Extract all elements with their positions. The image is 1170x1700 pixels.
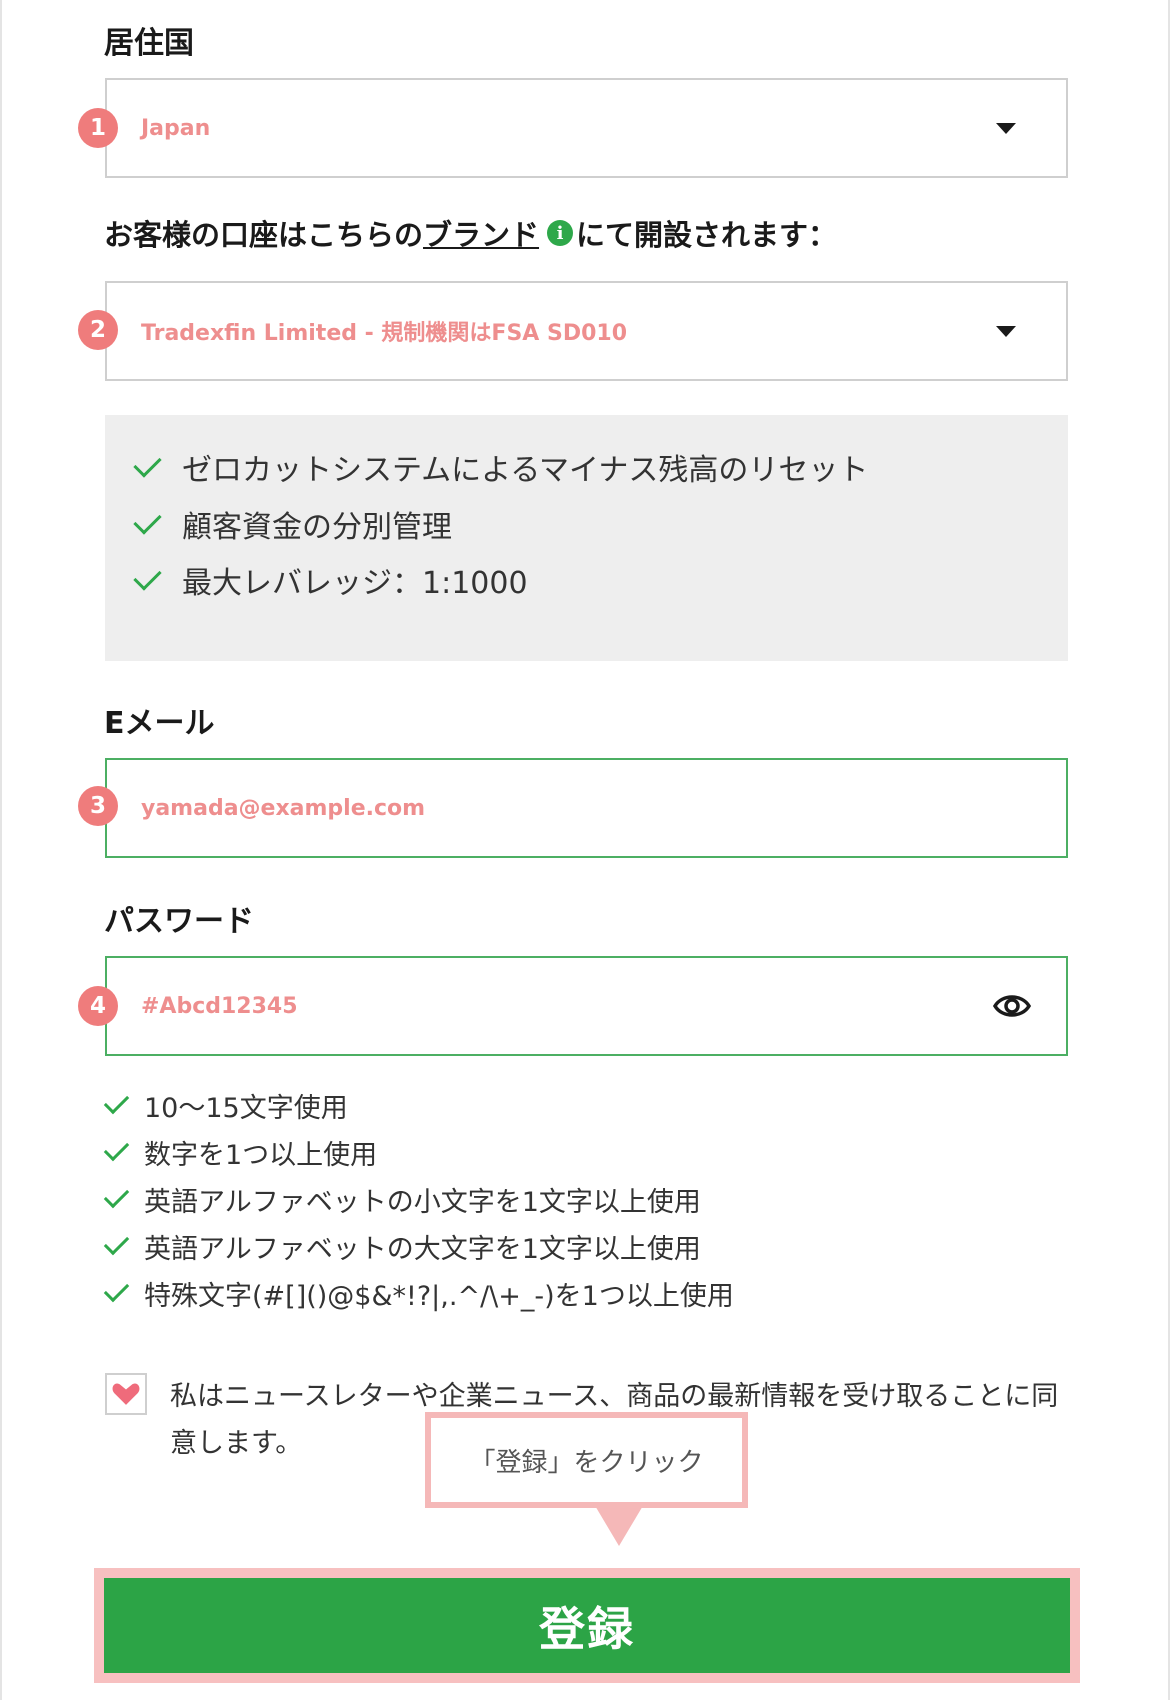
step-badge-2: 2: [78, 310, 118, 350]
check-icon: [103, 1276, 130, 1303]
register-highlight: 登録: [94, 1568, 1080, 1683]
step-badge-3: 3: [78, 786, 118, 826]
rule-item: 特殊文字(#[]()@$&*!?|,.^/\+_-)を1つ以上使用: [103, 1270, 734, 1317]
check-icon: [103, 1229, 130, 1256]
check-icon: [133, 561, 162, 591]
rule-text: 特殊文字(#[]()@$&*!?|,.^/\+_-)を1つ以上使用: [144, 1281, 734, 1312]
rule-item: 英語アルファベットの小文字を1文字以上使用: [103, 1176, 734, 1223]
check-icon: [133, 505, 162, 535]
feature-box: ゼロカットシステムによるマイナス残高のリセット 顧客資金の分別管理 最大レバレッ…: [105, 415, 1068, 661]
password-rules: 10～15文字使用 数字を1つ以上使用 英語アルファベットの小文字を1文字以上使…: [103, 1082, 734, 1317]
tooltip-tail: [594, 1504, 644, 1546]
check-icon: [103, 1135, 130, 1162]
check-icon: [103, 1088, 130, 1115]
brand-select-value: Tradexfin Limited - 規制機関はFSA SD010: [141, 321, 628, 346]
brand-select[interactable]: Tradexfin Limited - 規制機関はFSA SD010: [105, 281, 1068, 381]
rule-item: 英語アルファベットの大文字を1文字以上使用: [103, 1223, 734, 1270]
feature-text: 最大レバレッジ：1:1000: [182, 566, 528, 601]
rule-item: 10～15文字使用: [103, 1082, 734, 1129]
password-label: パスワード: [104, 904, 254, 939]
consent-checkbox[interactable]: [105, 1373, 147, 1415]
country-select-value: Japan: [141, 115, 211, 141]
chevron-down-icon: [996, 326, 1016, 337]
brand-label-suffix: にて開設されます：: [576, 218, 838, 252]
brand-link[interactable]: ブランド: [423, 212, 539, 254]
country-select[interactable]: Japan: [105, 78, 1068, 178]
feature-text: ゼロカットシステムによるマイナス残高のリセット: [182, 453, 869, 488]
email-field[interactable]: yamada@example.com: [105, 758, 1068, 858]
step-badge-1: 1: [78, 108, 118, 148]
eye-icon[interactable]: [992, 988, 1032, 1024]
password-field[interactable]: #Abcd12345: [105, 956, 1068, 1056]
step-badge-4: 4: [78, 986, 118, 1026]
feature-item: 顧客資金の分別管理: [133, 502, 452, 546]
feature-text: 顧客資金の分別管理: [182, 510, 452, 545]
feature-item: ゼロカットシステムによるマイナス残高のリセット: [133, 445, 869, 489]
rule-text: 数字を1つ以上使用: [144, 1140, 378, 1171]
chevron-down-icon: [996, 123, 1016, 134]
country-label: 居住国: [104, 26, 194, 61]
password-field-value: #Abcd12345: [141, 993, 298, 1019]
feature-item: 最大レバレッジ：1:1000: [133, 558, 528, 602]
rule-text: 10～15文字使用: [144, 1093, 348, 1124]
rule-text: 英語アルファベットの小文字を1文字以上使用: [144, 1187, 701, 1218]
rule-text: 英語アルファベットの大文字を1文字以上使用: [144, 1234, 701, 1265]
tooltip-callout: 「登録」をクリック: [425, 1412, 748, 1508]
brand-label-prefix: お客様の口座はこちらの: [104, 218, 424, 252]
brand-label: お客様の口座はこちらの ブランド i にて開設されます：: [104, 212, 837, 254]
register-button[interactable]: 登録: [104, 1578, 1070, 1673]
email-field-value: yamada@example.com: [141, 795, 426, 821]
rule-item: 数字を1つ以上使用: [103, 1129, 734, 1176]
check-icon: [133, 448, 162, 478]
check-icon: [103, 1182, 130, 1209]
registration-form: 居住国 1 Japan お客様の口座はこちらの ブランド i にて開設されます：…: [0, 0, 1170, 1700]
heart-check-icon: [112, 1383, 140, 1405]
info-icon[interactable]: i: [547, 220, 574, 246]
email-label: Eメール: [104, 706, 215, 741]
